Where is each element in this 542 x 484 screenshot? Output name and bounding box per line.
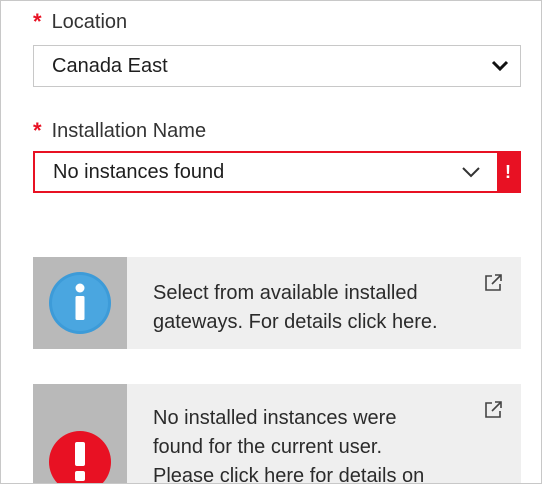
info-card-line: gateways. For details click here. [153,311,438,333]
info-card-icon-area [33,257,127,349]
external-link-icon[interactable] [483,400,503,425]
error-card-text: No installed instances were found for th… [127,384,521,484]
info-card-line: Select from available installed [153,282,418,304]
chevron-down-icon[interactable] [480,60,520,72]
error-card-line: found for the current user. [153,436,383,458]
external-link-icon[interactable] [483,273,503,298]
info-card-text: Select from available installed gateways… [127,257,521,349]
installation-label-row: * Installation Name [33,119,206,143]
error-card-line: No installed instances were [153,407,397,429]
error-card-icon-area [33,384,127,483]
required-marker: * [33,118,42,143]
installation-name-value: No instances found [53,160,225,183]
error-card-line: Please click here for details on [153,465,425,484]
chevron-down-icon[interactable] [445,166,497,178]
installation-name-label: Installation Name [51,120,207,142]
info-icon [49,272,111,334]
location-label-row: * Location [33,10,127,34]
form-panel: * Location Canada East * Installation Na… [0,0,542,484]
validation-error-icon: ! [497,153,519,191]
installation-name-select[interactable]: No instances found ! [33,151,521,193]
location-label: Location [51,11,128,33]
required-marker: * [33,9,42,34]
error-card[interactable]: No installed instances were found for th… [33,384,521,484]
location-select[interactable]: Canada East [33,45,521,87]
location-select-value: Canada East [52,54,168,77]
info-card[interactable]: Select from available installed gateways… [33,257,521,349]
error-icon [49,431,111,483]
